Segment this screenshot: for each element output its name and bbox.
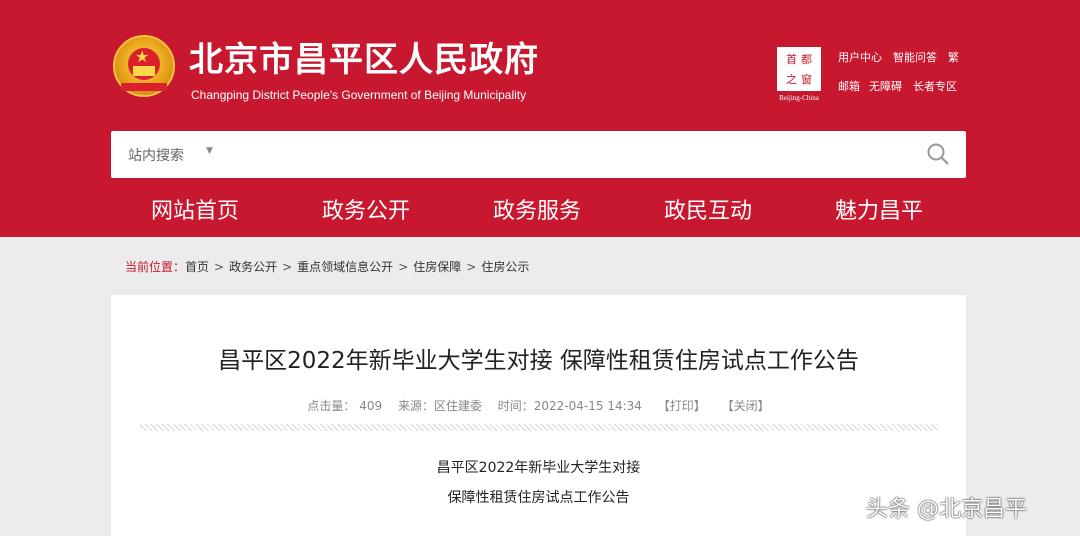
search-scope-select[interactable]: 站内搜索 (128, 145, 184, 165)
article-panel: 昌平区2022年新毕业大学生对接 保障性租赁住房试点工作公告 点击量： 409 … (111, 295, 966, 536)
tiananmen-gate-icon (133, 66, 155, 76)
click-count: 点击量： 409 (307, 399, 383, 413)
breadcrumb-separator: > (466, 260, 477, 274)
site-subtitle: Changping District People's Government o… (191, 88, 527, 102)
site-header: ★ 北京市昌平区人民政府 Changping District People's… (0, 0, 1080, 237)
breadcrumb-separator: > (398, 260, 409, 274)
national-emblem-icon[interactable]: ★ (113, 35, 175, 97)
close-button[interactable]: 【关闭】 (722, 399, 770, 413)
article-meta: 点击量： 409 来源：区住建委 时间：2022-04-15 14:34 【打印… (111, 397, 966, 414)
nav-home[interactable]: 网站首页 (151, 193, 239, 225)
breadcrumb-housing-notice[interactable]: 住房公示 (481, 260, 529, 274)
search-input[interactable] (231, 139, 911, 169)
print-button[interactable]: 【打印】 (658, 399, 706, 413)
body-line: 昌平区2022年新毕业大学生对接 (436, 460, 641, 476)
user-center-link[interactable]: 用户中心 (838, 49, 882, 65)
article-title: 昌平区2022年新毕业大学生对接 保障性租赁住房试点工作公告 (218, 348, 859, 374)
seal-text: 首都之窗 (786, 53, 816, 86)
nav-charm-changping[interactable]: 魅力昌平 (835, 193, 923, 225)
star-icon: ★ (135, 47, 150, 66)
breadcrumb-housing-security[interactable]: 住房保障 (413, 260, 461, 274)
mailbox-link[interactable]: 邮箱 (838, 78, 860, 94)
smart-qa-link[interactable]: 智能问答 (893, 49, 937, 65)
caret-down-icon[interactable]: ▼ (206, 146, 213, 156)
toutiao-watermark: 头条 @北京昌平 (866, 497, 1027, 522)
seal-caption: Beijing-China (779, 94, 819, 102)
breadcrumb-home[interactable]: 首页 (185, 260, 209, 274)
breadcrumb-gov-affairs[interactable]: 政务公开 (229, 260, 277, 274)
breadcrumb: 当前位置：首页 > 政务公开 > 重点领域信息公开 > 住房保障 > 住房公示 (125, 258, 529, 275)
breadcrumb-label: 当前位置： (125, 260, 186, 274)
search-icon[interactable] (926, 142, 950, 166)
elderly-zone-link[interactable]: 长者专区 (913, 78, 957, 94)
dotted-divider (140, 424, 938, 431)
nav-gov-affairs-public[interactable]: 政务公开 (322, 193, 410, 225)
site-title[interactable]: 北京市昌平区人民政府 (189, 38, 539, 82)
accessibility-link[interactable]: 无障碍 (869, 78, 902, 94)
traditional-chinese-link[interactable]: 繁 (948, 49, 959, 65)
emblem-ribbon (121, 83, 167, 91)
search-bar: 站内搜索 ▼ (111, 131, 966, 178)
body-line: 保障性租赁住房试点工作公告 (447, 490, 630, 506)
breadcrumb-key-areas[interactable]: 重点领域信息公开 (297, 260, 393, 274)
article-source: 来源：区住建委 (397, 399, 482, 413)
nav-interaction[interactable]: 政民互动 (664, 193, 752, 225)
breadcrumb-separator: > (214, 260, 225, 274)
capital-window-logo[interactable]: 首都之窗 (775, 45, 823, 93)
publish-time: 时间：2022-04-15 14:34 (497, 399, 642, 413)
breadcrumb-separator: > (282, 260, 293, 274)
nav-gov-services[interactable]: 政务服务 (493, 193, 581, 225)
